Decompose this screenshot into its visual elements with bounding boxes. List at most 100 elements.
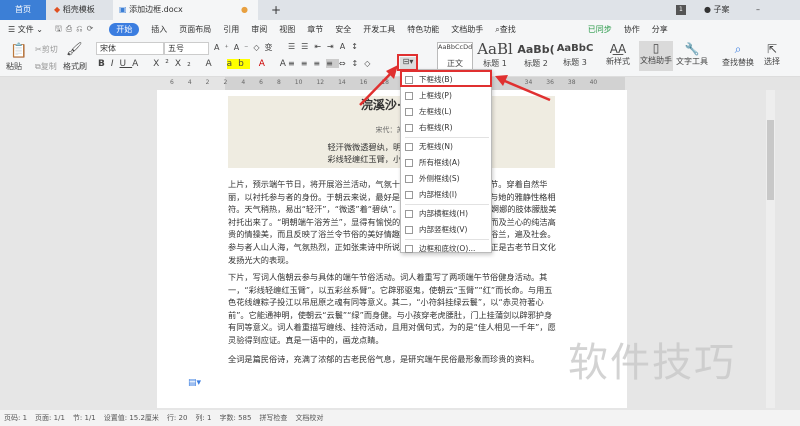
tab-document[interactable]: ▣ 添加边框.docx ● — [113, 0, 258, 20]
border-menu-item[interactable]: 内部竖框线(V) — [401, 222, 491, 238]
ruler-tick: 2 — [223, 79, 228, 86]
paste-button[interactable]: 粘贴 — [6, 61, 22, 72]
paragraph: 上片，预示端午节日，将开展浴兰活动，气氛十分热烈，时令正值初夏季节。穿着自然华丽… — [228, 179, 557, 265]
menu-item-label: 外侧框线(S) — [419, 174, 460, 183]
cut-label: 剪切 — [41, 45, 58, 54]
font-select[interactable]: 宋体 — [96, 42, 164, 55]
border-icon — [405, 245, 413, 253]
font-size-select[interactable]: 五号 — [164, 42, 209, 55]
doc-author: 宋代：苏轼 — [375, 126, 411, 134]
sync-status[interactable]: 已同步 — [588, 24, 612, 35]
menu-label: 查找 — [499, 25, 516, 34]
find-replace-button[interactable]: ⌕ 查找替换 — [722, 42, 754, 68]
tab-templates[interactable]: ◆ 稻壳模板 — [48, 0, 110, 20]
copy-label: 复制 — [40, 62, 57, 71]
menu-insert[interactable]: 插入 — [151, 24, 167, 35]
window-count-badge: 1 — [676, 5, 686, 15]
border-menu-item[interactable]: 外侧框线(S) — [401, 171, 491, 187]
verse-line: 彩线轻缠红玉臂，小符斜挂绿云鬟。 — [327, 154, 459, 164]
border-menu-item[interactable]: 内部横框线(H) — [401, 206, 491, 222]
wrench-icon: 🔧 — [684, 42, 700, 56]
menu-references[interactable]: 引用 — [223, 24, 239, 35]
status-item[interactable]: 拼写检查 — [259, 413, 287, 423]
window-controls[interactable]: –❐✕ — [750, 0, 800, 34]
style-preview: AaBbCcDd — [438, 43, 473, 51]
menu-bar: ☰ 文件 ⌄ 🖫⎙⎌⟳ 开始 插入 页面布局 引用 审阅 视图 章节 安全 开发… — [0, 20, 800, 39]
user-avatar[interactable]: ● 子案 — [698, 0, 730, 20]
new-style-label: 新样式 — [606, 57, 630, 66]
new-tab-button[interactable]: + — [265, 0, 281, 20]
menu-file[interactable]: ☰ 文件 ⌄ — [8, 24, 43, 35]
border-icon — [405, 124, 413, 132]
share-button[interactable]: 分享 — [652, 24, 668, 35]
tab-label: 添加边框.docx — [129, 5, 183, 14]
menu-item-label: 边框和底纹(O)... — [419, 244, 476, 253]
border-icon — [405, 175, 413, 183]
border-menu-item[interactable]: 无框线(N) — [401, 139, 491, 155]
annotation-arrows — [359, 65, 551, 106]
cut-button[interactable]: ✂剪切 — [35, 44, 58, 55]
quick-access-icons[interactable]: 🖫⎙⎌⟳ — [55, 23, 97, 37]
doc-icon: ▣ — [119, 5, 127, 14]
paragraph: 下片，写词人偕朝云参与具体的端午节俗活动。词人着重写了两项端午节俗健身活动。其一… — [228, 272, 556, 345]
ruler-tick: 8 — [276, 79, 281, 86]
menu-item-label: 无框线(N) — [419, 142, 453, 151]
doc-assistant-button[interactable]: ▯ 文档助手 — [639, 41, 673, 71]
menu-security[interactable]: 安全 — [335, 24, 351, 35]
copy-button[interactable]: ⧉复制 — [35, 61, 57, 72]
menu-item-label: 内部框线(I) — [419, 190, 458, 199]
status-item: 节: 1/1 — [72, 414, 96, 422]
menu-search[interactable]: ⌕查找 — [495, 24, 515, 35]
vertical-scrollbar[interactable] — [766, 90, 775, 408]
format-painter-button[interactable]: 格式刷 — [63, 61, 87, 72]
doc-assistant-label: 文档助手 — [640, 56, 672, 65]
border-menu-item[interactable]: 边框和底纹(O)... — [401, 241, 491, 257]
menu-developer[interactable]: 开发工具 — [363, 24, 395, 35]
menu-features[interactable]: 特色功能 — [407, 24, 439, 35]
status-item: 页码: 1 — [4, 414, 28, 422]
new-style-button[interactable]: A͟A 新样式 — [603, 42, 633, 67]
tab-home[interactable]: 首页 — [0, 0, 46, 20]
border-icon — [405, 210, 413, 218]
ruler-tick: 40 — [589, 79, 598, 86]
border-menu-item[interactable]: 内部框线(I) — [401, 187, 491, 203]
menu-view[interactable]: 视图 — [279, 24, 295, 35]
text-tools-button[interactable]: 🔧 文字工具 — [676, 42, 708, 67]
tab-label: 稻壳模板 — [62, 5, 95, 14]
ruler-tick: 12 — [316, 79, 325, 86]
format-painter-icon: 🖌 — [66, 42, 83, 57]
collaborate-button[interactable]: 协作 — [624, 24, 640, 35]
menu-home[interactable]: 开始 — [109, 23, 140, 36]
list-buttons[interactable]: ☰☰⇤⇥A↕ — [288, 42, 364, 51]
menu-review[interactable]: 审阅 — [251, 24, 267, 35]
border-menu-item[interactable]: 所有框线(A) — [401, 155, 491, 171]
paste-options-icon[interactable]: ▤▾ — [188, 378, 201, 388]
ruler-tick: 4 — [241, 79, 246, 86]
ruler-tick: 10 — [294, 79, 303, 86]
menu-item-label: 内部横框线(H) — [419, 209, 468, 218]
border-icon — [405, 191, 413, 199]
ruler-tick: 14 — [338, 79, 346, 86]
border-icon — [405, 159, 413, 167]
menu-layout[interactable]: 页面布局 — [179, 24, 211, 35]
select-button[interactable]: ⇱ 选择 — [764, 42, 780, 67]
find-replace-label: 查找替换 — [722, 58, 754, 67]
status-item: 设置值: 15.2厘米 — [103, 414, 159, 422]
paste-icon[interactable]: 📋 — [10, 43, 27, 59]
style-heading3[interactable]: AaBbC 标题 3 — [556, 43, 594, 68]
ruler-tick: 6 — [259, 79, 263, 86]
status-item: 列: 1 — [195, 414, 212, 422]
border-icon — [405, 143, 413, 151]
format-buttons[interactable]: BIUA X²X₂ A ab A A — [98, 59, 292, 69]
status-item[interactable]: 文档校对 — [295, 413, 323, 423]
menu-doc-assistant[interactable]: 文档助手 — [451, 24, 483, 35]
doc-assistant-icon: ▯ — [652, 41, 660, 55]
border-menu-item[interactable]: 右框线(R) — [401, 120, 491, 136]
font-tools[interactable]: A⁺A⁻◇变 — [214, 42, 278, 53]
menu-item-label: 内部竖框线(V) — [419, 225, 468, 234]
menu-section[interactable]: 章节 — [307, 24, 323, 35]
status-item: 字数: 585 — [219, 414, 252, 422]
menu-item-label: 右框线(R) — [419, 123, 453, 132]
paragraph: 全词是篇民俗诗，充满了浓郁的古老民俗气息，是研究端午民俗最形象而珍贵的资料。 — [228, 354, 540, 364]
template-icon: ◆ — [54, 5, 61, 14]
